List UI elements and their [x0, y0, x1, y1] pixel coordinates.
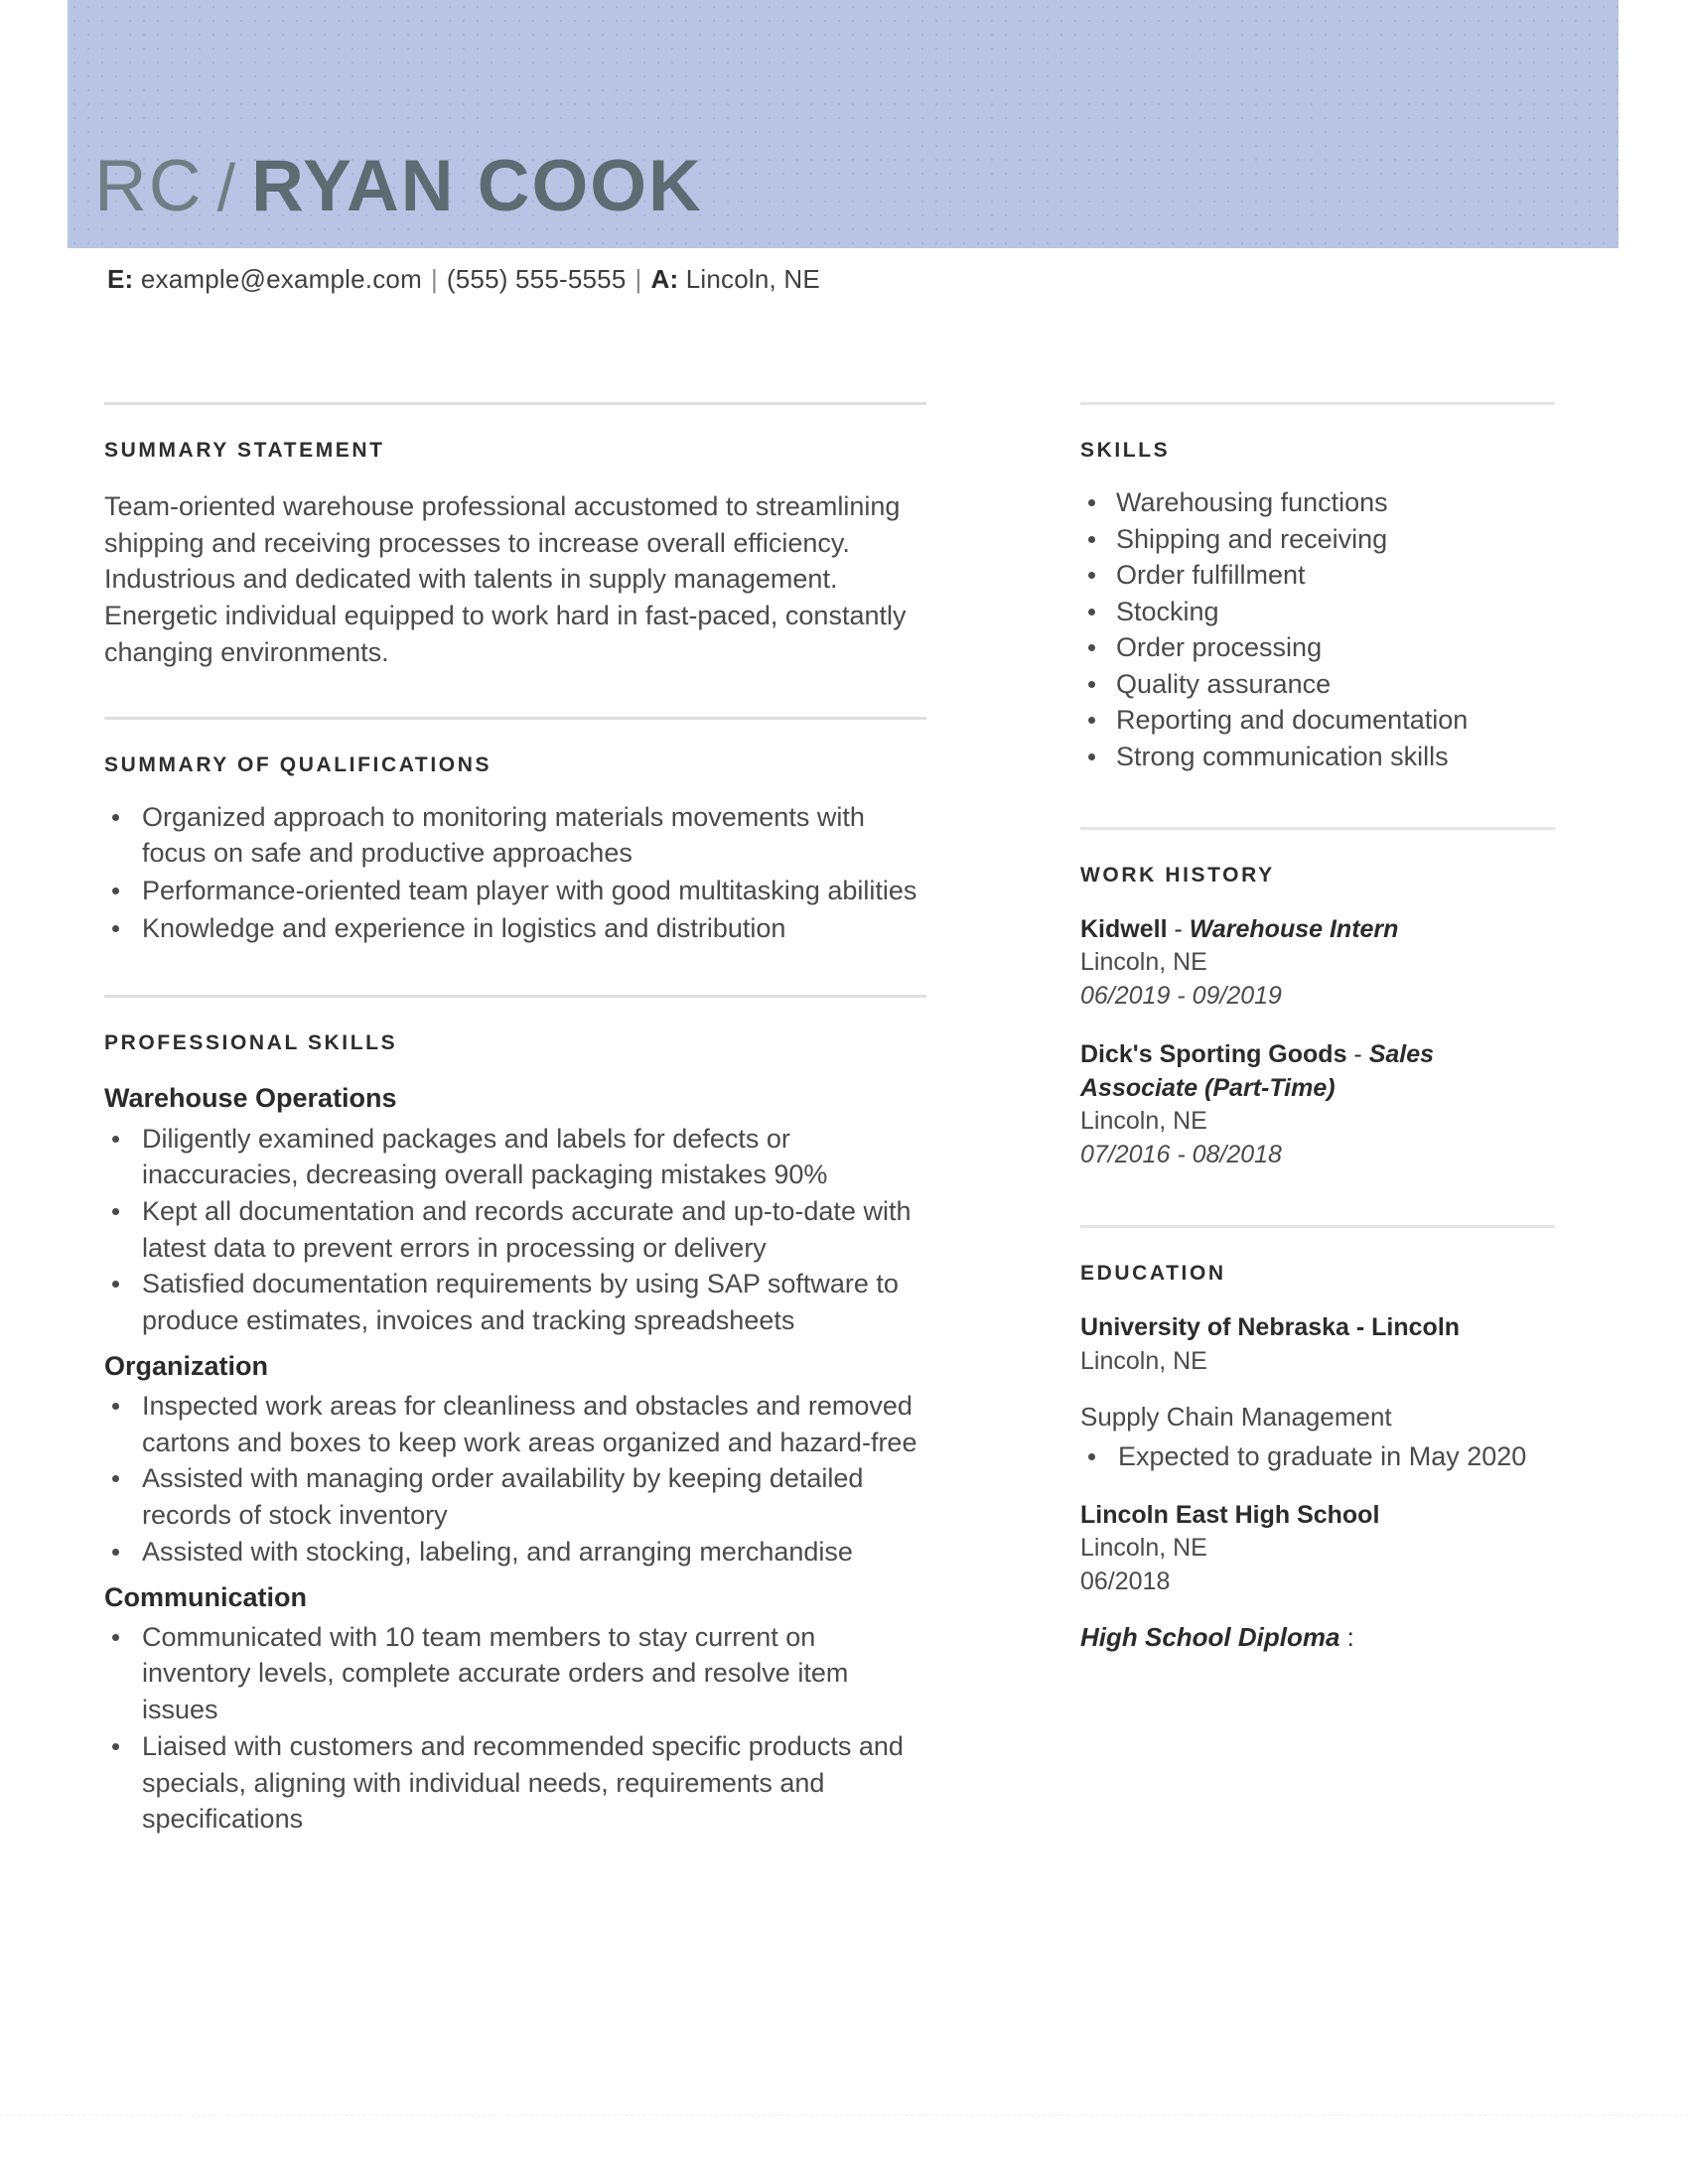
list-item: Performance-oriented team player with go…	[104, 873, 926, 909]
education-notes-list: Expected to graduate in May 2020	[1080, 1438, 1555, 1475]
summary-statement-text: Team-oriented warehouse professional acc…	[104, 491, 907, 667]
work-entry-dates: 06/2019 - 09/2019	[1080, 981, 1282, 1010]
left-column: SUMMARY STATEMENT Team-oriented warehous…	[104, 402, 926, 1838]
school-name: Lincoln East High School	[1080, 1500, 1380, 1529]
section-title-education: EDUCATION	[1080, 1262, 1226, 1286]
work-entry-title: Kidwell - Warehouse Intern	[1080, 913, 1555, 947]
address-value: Lincoln, NE	[685, 264, 820, 294]
section-title-work-history: WORK HISTORY	[1080, 863, 1275, 887]
list-item: Reporting and documentation	[1080, 702, 1555, 739]
divider-summary-of-qualifications	[104, 716, 926, 720]
list-item: Assisted with managing order availabilit…	[104, 1460, 926, 1533]
education-entry: University of Nebraska - Lincoln Lincoln…	[1080, 1311, 1555, 1475]
title-dash: -	[1167, 914, 1190, 943]
contact-divider-1: |	[430, 264, 438, 294]
resume-page: RC / RYAN COOK E: example@example.com | (555…	[0, 0, 1688, 2184]
subsection-heading-communication: Communication	[104, 1581, 308, 1612]
divider-education	[1080, 1225, 1555, 1229]
list-item: Shipping and receiving	[1080, 521, 1555, 558]
list-item: Warehousing functions	[1080, 484, 1555, 521]
right-column: SKILLS Warehousing functions Shipping an…	[1080, 402, 1555, 1653]
list-item: Order processing	[1080, 629, 1555, 666]
communication-list: Communicated with 10 team members to sta…	[104, 1619, 926, 1838]
company-name: Dick's Sporting Goods	[1080, 1040, 1347, 1069]
work-entry-location: Lincoln, NE	[1080, 948, 1207, 977]
title-dash: -	[1346, 1040, 1369, 1069]
school-name: University of Nebraska - Lincoln	[1080, 1313, 1461, 1342]
divider-work-history	[1080, 826, 1555, 830]
page-title: RYAN COOK	[251, 146, 703, 226]
name-separator: /	[216, 151, 236, 225]
school-location: Lincoln, NE	[1080, 1534, 1207, 1563]
qualifications-list: Organized approach to monitoring materia…	[104, 799, 926, 947]
section-title-skills: SKILLS	[1080, 439, 1171, 462]
page-edge-line	[0, 2115, 1688, 2116]
section-title-summary-of-qualifications: SUMMARY OF QUALIFICATIONS	[104, 752, 492, 776]
list-item: Quality assurance	[1080, 666, 1555, 703]
work-entry-title: Dick's Sporting Goods - Sales Associate …	[1080, 1038, 1555, 1105]
list-item: Kept all documentation and records accur…	[104, 1193, 926, 1266]
divider-professional-skills	[104, 995, 926, 999]
name-heading: RC / RYAN COOK	[68, 150, 703, 248]
list-item: Strong communication skills	[1080, 739, 1555, 775]
warehouse-operations-list: Diligently examined packages and labels …	[104, 1121, 926, 1339]
section-title-professional-skills: PROFESSIONAL SKILLS	[104, 1031, 398, 1055]
program-name: Supply Chain Management	[1080, 1402, 1392, 1433]
skills-list: Warehousing functions Shipping and recei…	[1080, 484, 1555, 775]
degree-line: High School Diploma :	[1080, 1622, 1555, 1653]
work-history-entry: Kidwell - Warehouse Intern Lincoln, NE 0…	[1080, 913, 1555, 1014]
email-value[interactable]: example@example.com	[141, 264, 422, 294]
list-item: Communicated with 10 team members to sta…	[104, 1619, 926, 1728]
divider-summary-statement	[104, 402, 926, 405]
degree-colon: :	[1339, 1622, 1354, 1653]
address-label: A:	[650, 264, 679, 294]
list-item: Satisfied documentation requirements by …	[104, 1266, 926, 1338]
list-item: Liaised with customers and recommended s…	[104, 1728, 926, 1838]
contact-line: E: example@example.com | (555) 555-5555 | A:…	[107, 264, 820, 295]
organization-list: Inspected work areas for cleanliness and…	[104, 1388, 926, 1570]
section-title-summary-statement: SUMMARY STATEMENT	[104, 439, 385, 462]
education-entry: Lincoln East High School Lincoln, NE 06/…	[1080, 1499, 1555, 1599]
subsection-heading-warehouse-operations: Warehouse Operations	[104, 1083, 397, 1114]
list-item: Diligently examined packages and labels …	[104, 1121, 926, 1193]
work-entry-location: Lincoln, NE	[1080, 1107, 1207, 1136]
job-role: Warehouse Intern	[1189, 914, 1399, 943]
list-item: Organized approach to monitoring materia…	[104, 799, 926, 872]
divider-skills	[1080, 402, 1555, 405]
list-item: Expected to graduate in May 2020	[1080, 1438, 1555, 1475]
company-name: Kidwell	[1080, 914, 1168, 943]
header-band: RC / RYAN COOK	[68, 0, 1618, 248]
phone-value[interactable]: (555) 555-5555	[447, 264, 627, 294]
email-label: E:	[107, 264, 134, 294]
work-history-entry: Dick's Sporting Goods - Sales Associate …	[1080, 1038, 1555, 1171]
initials: RC	[94, 146, 204, 226]
contact-divider-2: |	[634, 264, 642, 294]
list-item: Stocking	[1080, 594, 1555, 630]
list-item: Order fulfillment	[1080, 557, 1555, 594]
subsection-heading-organization: Organization	[104, 1350, 269, 1381]
list-item: Knowledge and experience in logistics an…	[104, 910, 926, 947]
degree-name: High School Diploma	[1080, 1622, 1340, 1653]
work-entry-dates: 07/2016 - 08/2018	[1080, 1140, 1282, 1168]
school-location: Lincoln, NE	[1080, 1346, 1207, 1375]
school-dates: 06/2018	[1080, 1567, 1171, 1595]
list-item: Assisted with stocking, labeling, and ar…	[104, 1534, 926, 1570]
list-item: Inspected work areas for cleanliness and…	[104, 1388, 926, 1460]
